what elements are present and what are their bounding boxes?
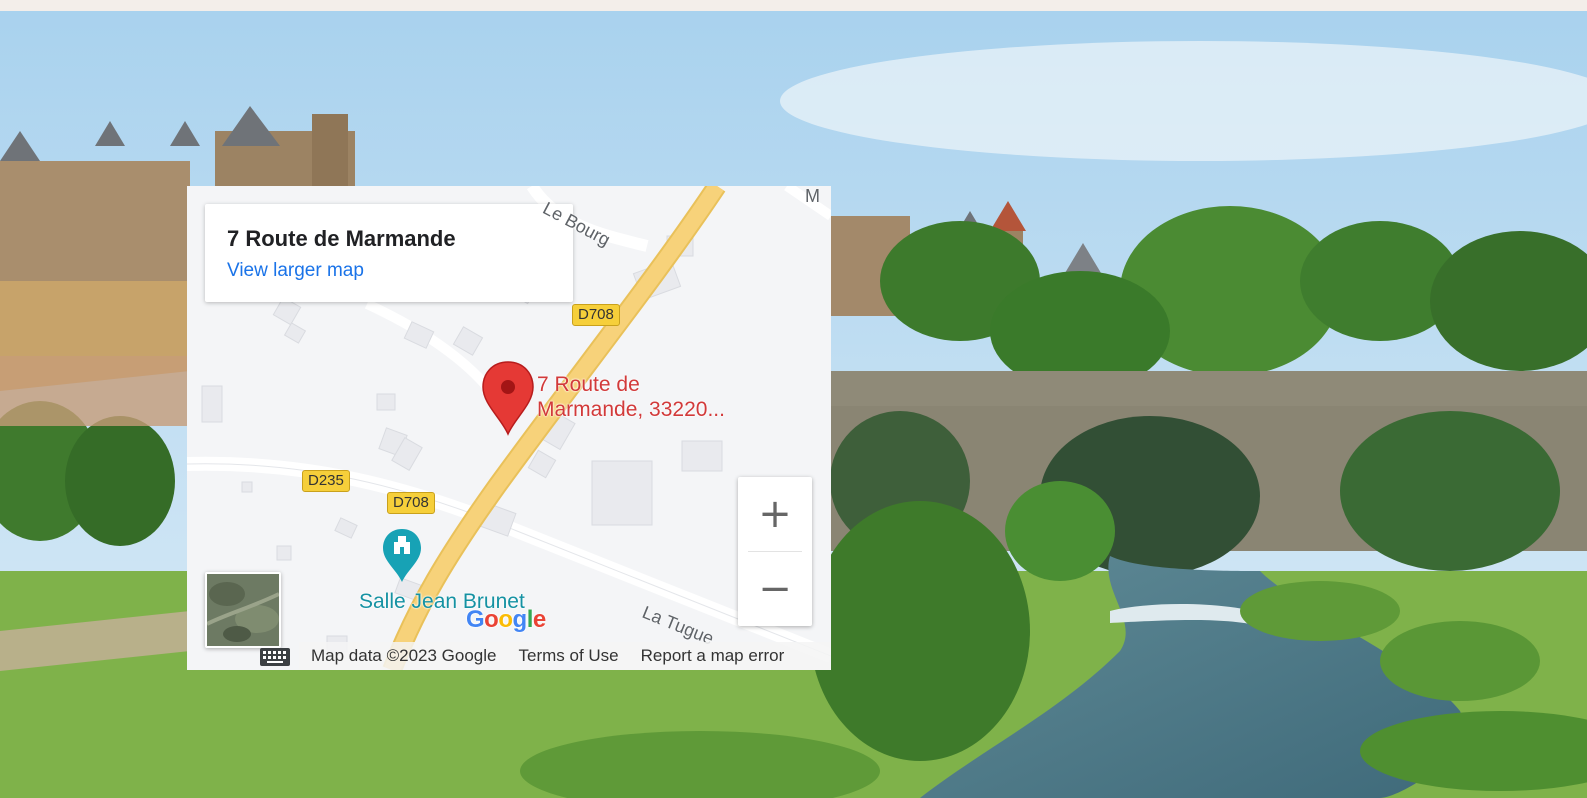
zoom-control: + − bbox=[738, 477, 812, 626]
place-title: 7 Route de Marmande bbox=[227, 226, 456, 251]
map-embed[interactable]: 7 Route de Marmande View larger map Le B… bbox=[187, 186, 831, 670]
zoom-out-button[interactable]: − bbox=[738, 552, 812, 626]
road-shield-d708: D708 bbox=[572, 304, 620, 326]
top-strip bbox=[0, 0, 1587, 11]
map-type-toggle[interactable] bbox=[205, 572, 281, 648]
map-data-attribution: Map data ©2023 Google bbox=[311, 646, 497, 665]
road-shield-d235: D235 bbox=[302, 470, 350, 492]
zoom-in-button[interactable]: + bbox=[738, 477, 812, 551]
report-map-error-link[interactable]: Report a map error bbox=[641, 646, 785, 666]
pin-label-line2: Marmande, 33220... bbox=[537, 398, 725, 421]
pin-label-line1: 7 Route de bbox=[537, 373, 640, 396]
road-shield-d708-south: D708 bbox=[387, 492, 435, 514]
terms-of-use-link[interactable]: Terms of Use bbox=[519, 646, 619, 666]
place-info-card: 7 Route de Marmande View larger map bbox=[205, 204, 573, 302]
pin-label[interactable]: 7 Route de Marmande, 33220... bbox=[537, 372, 725, 422]
view-larger-map-link[interactable]: View larger map bbox=[227, 260, 551, 282]
map-attribution-bar: Map data ©2023 Google Terms of Use Repor… bbox=[299, 642, 831, 670]
map-footer: Map data ©2023 Google Terms of Use Repor… bbox=[187, 642, 831, 670]
keyboard-icon[interactable] bbox=[260, 648, 290, 666]
google-logo: Google bbox=[466, 606, 546, 633]
road-label-partial: M bbox=[805, 186, 820, 206]
